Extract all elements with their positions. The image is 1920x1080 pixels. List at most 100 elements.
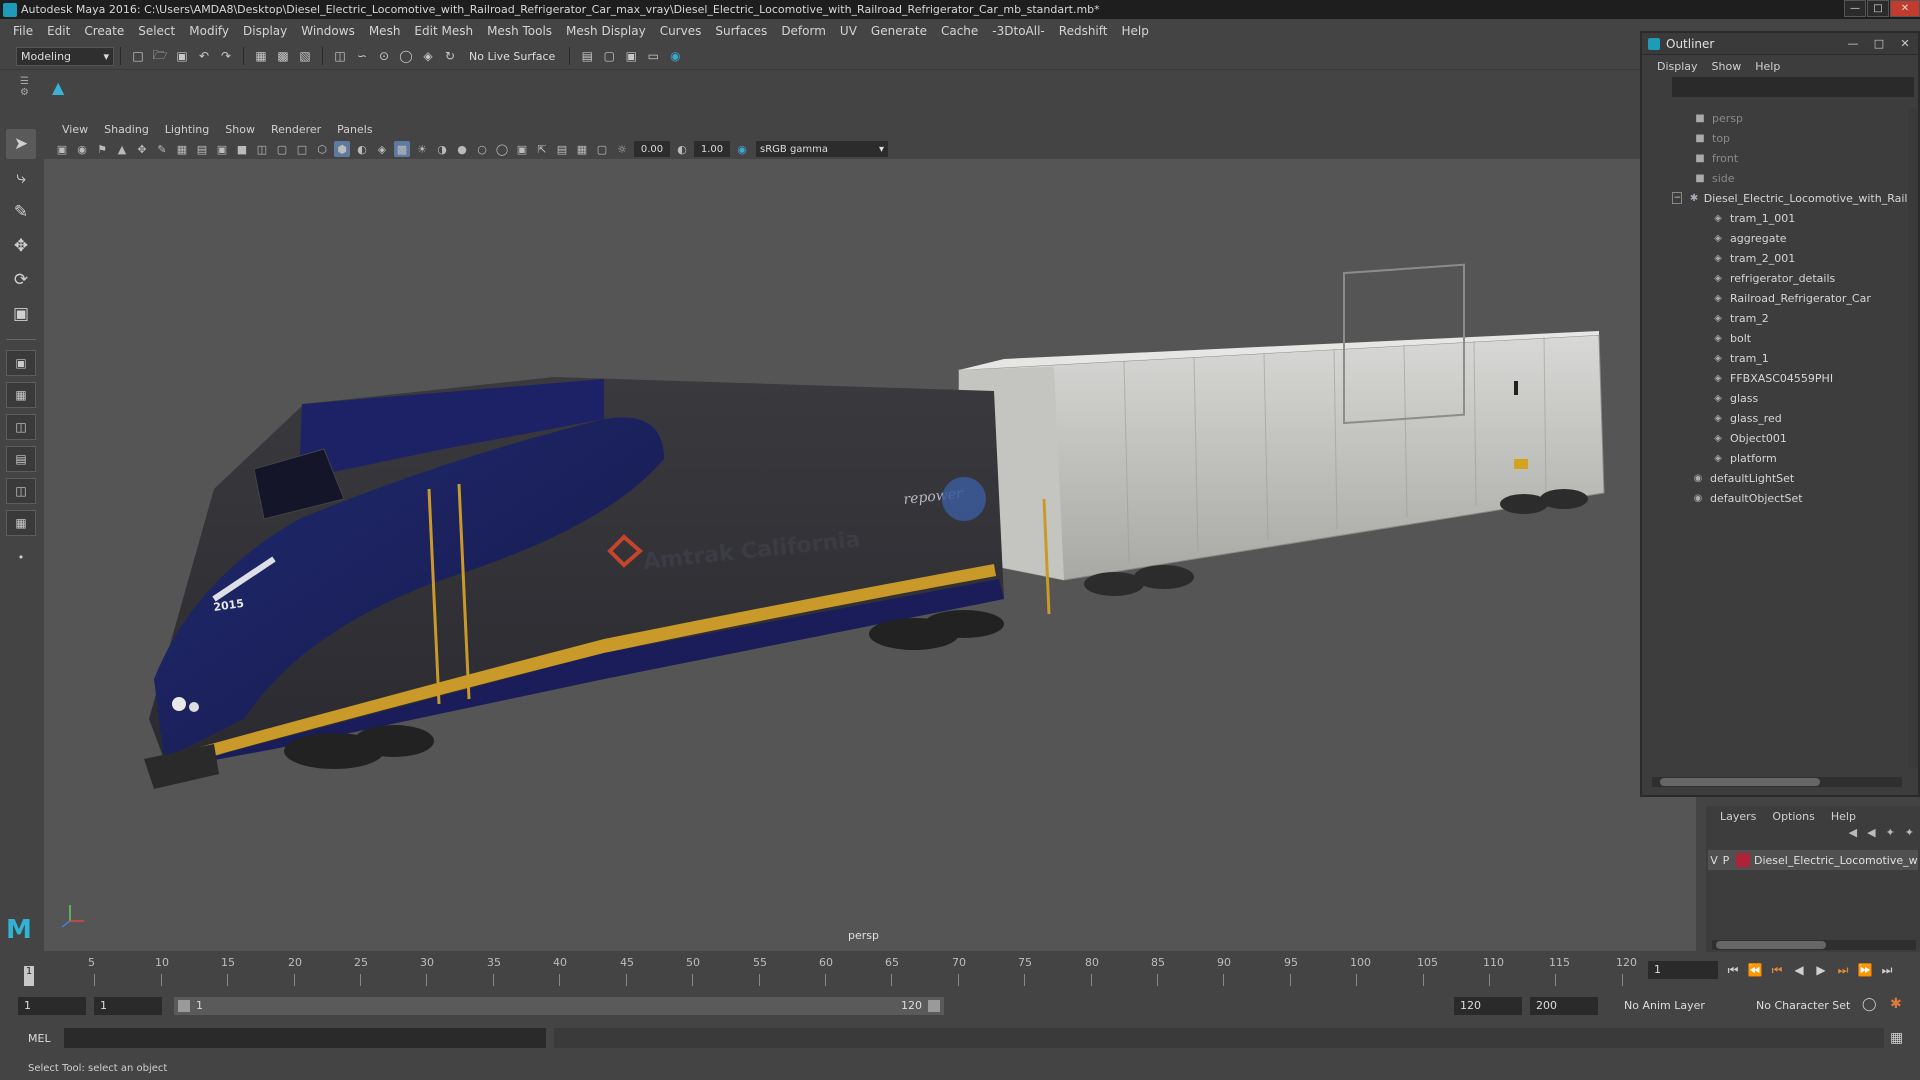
image-plane-icon[interactable]: ▲ xyxy=(114,141,130,157)
script-language-toggle[interactable]: MEL xyxy=(0,1032,60,1045)
isolate-select-icon[interactable]: ⇱ xyxy=(534,141,550,157)
character-set-dropdown[interactable]: No Character Set xyxy=(1750,997,1870,1015)
xray-active-icon[interactable]: ▦ xyxy=(574,141,590,157)
menu-mesh-display[interactable]: Mesh Display xyxy=(559,24,653,38)
viewport-menu-renderer[interactable]: Renderer xyxy=(263,123,329,136)
animation-preferences-icon[interactable]: ✱ xyxy=(1890,996,1902,1012)
outliner-menu-help[interactable]: Help xyxy=(1748,60,1787,73)
select-component-icon[interactable]: ▧ xyxy=(296,47,314,65)
menu-curves[interactable]: Curves xyxy=(653,24,709,38)
range-start-handle[interactable] xyxy=(178,1000,190,1012)
time-slider[interactable]: 5 10 15 20 25 30 35 40 45 50 55 60 65 70 75 80 85 90 95 100… xyxy=(0,952,1920,988)
single-perspective-layout-icon[interactable]: ▣ xyxy=(6,350,36,376)
four-view-layout-icon[interactable]: ▦ xyxy=(6,382,36,408)
safe-title-icon[interactable]: □ xyxy=(294,141,310,157)
playback-end-field[interactable]: 120 xyxy=(1454,997,1522,1015)
paint-select-tool-icon[interactable]: ✎ xyxy=(6,197,36,227)
menu-set-dropdown[interactable]: Modeling ▾ xyxy=(16,46,114,66)
view-transform-dropdown[interactable]: sRGB gamma ▾ xyxy=(756,141,888,157)
list-item[interactable]: ■ persp xyxy=(1642,108,1912,128)
menu-3dtoall[interactable]: -3DtoAll- xyxy=(985,24,1051,38)
make-live-icon[interactable]: ↻ xyxy=(441,47,459,65)
undo-icon[interactable]: ↶ xyxy=(195,47,213,65)
menu-surfaces[interactable]: Surfaces xyxy=(708,24,774,38)
save-scene-icon[interactable]: ▣ xyxy=(173,47,191,65)
viewport-panel[interactable]: View Shading Lighting Show Renderer Pane… xyxy=(44,119,1696,951)
scrollbar-thumb[interactable] xyxy=(1716,941,1826,949)
layer-menu-help[interactable]: Help xyxy=(1823,810,1864,823)
go-to-start-icon[interactable]: ⏮ xyxy=(1722,960,1744,980)
menu-select[interactable]: Select xyxy=(131,24,182,38)
layer-color-swatch[interactable] xyxy=(1736,853,1750,867)
outliner-menu-display[interactable]: Display xyxy=(1650,60,1705,73)
outliner-menu-show[interactable]: Show xyxy=(1705,60,1749,73)
minimize-icon[interactable]: — xyxy=(1840,37,1866,50)
select-tool-icon[interactable]: ➤ xyxy=(6,129,36,159)
textured-icon[interactable]: ▩ xyxy=(394,141,410,157)
viewport-menu-lighting[interactable]: Lighting xyxy=(157,123,217,136)
menu-generate[interactable]: Generate xyxy=(864,24,934,38)
range-end-handle[interactable] xyxy=(928,1000,940,1012)
new-layer-from-selected-icon[interactable]: ✦ xyxy=(1905,826,1914,846)
animation-end-field[interactable]: 200 xyxy=(1530,997,1598,1015)
list-item[interactable]: ◈ tram_2_001 xyxy=(1642,248,1912,268)
new-scene-icon[interactable]: □ xyxy=(129,47,147,65)
persp-hypershade-layout-icon[interactable]: ◫ xyxy=(6,478,36,504)
collapse-icon[interactable]: − xyxy=(1672,192,1683,204)
select-hierarchy-icon[interactable]: ▦ xyxy=(252,47,270,65)
depth-of-field-icon[interactable]: ▣ xyxy=(514,141,530,157)
menu-display[interactable]: Display xyxy=(236,24,294,38)
step-back-icon[interactable]: ⏪ xyxy=(1744,960,1766,980)
animation-start-field[interactable]: 1 xyxy=(18,997,86,1015)
list-item[interactable]: ◈ glass xyxy=(1642,388,1912,408)
list-item[interactable]: ◈ Object001 xyxy=(1642,428,1912,448)
scale-tool-icon[interactable]: ▣ xyxy=(6,299,36,329)
menu-windows[interactable]: Windows xyxy=(294,24,362,38)
list-item[interactable]: ■ top xyxy=(1642,128,1912,148)
list-item[interactable]: ◈ tram_1 xyxy=(1642,348,1912,368)
range-slider[interactable]: 1 120 xyxy=(174,997,944,1015)
hypershade-icon[interactable]: ◉ xyxy=(666,47,684,65)
grease-pencil-icon[interactable]: ✎ xyxy=(154,141,170,157)
wireframe-on-shaded-icon[interactable]: ◈ xyxy=(374,141,390,157)
field-chart-icon[interactable]: ◫ xyxy=(254,141,270,157)
grid-toggle-icon[interactable]: ▦ xyxy=(174,141,190,157)
rotate-tool-icon[interactable]: ⟳ xyxy=(6,265,36,295)
xray-joints-icon[interactable]: ▢ xyxy=(594,141,610,157)
layer-menu-layers[interactable]: Layers xyxy=(1712,810,1764,823)
menu-file[interactable]: File xyxy=(6,24,40,38)
move-layer-down-icon[interactable]: ◀ xyxy=(1867,826,1875,846)
list-item[interactable]: ◈ tram_2 xyxy=(1642,308,1912,328)
menu-modify[interactable]: Modify xyxy=(182,24,236,38)
snap-curve-icon[interactable]: ∽ xyxy=(353,47,371,65)
list-item[interactable]: ◈ bolt xyxy=(1642,328,1912,348)
outliner-search-input[interactable] xyxy=(1672,77,1914,97)
list-item[interactable]: ◉ defaultObjectSet xyxy=(1642,488,1912,508)
close-icon[interactable]: ✕ xyxy=(1890,0,1920,17)
play-forward-icon[interactable]: ▶ xyxy=(1810,960,1832,980)
layer-menu-options[interactable]: Options xyxy=(1764,810,1822,823)
gamma-field[interactable]: 1.00 xyxy=(694,141,730,157)
open-scene-icon[interactable]: 🗁 xyxy=(151,47,169,65)
render-frame-icon[interactable]: ▢ xyxy=(600,47,618,65)
bookmark-icon[interactable]: ⚑ xyxy=(94,141,110,157)
layer-horizontal-scrollbar[interactable] xyxy=(1712,940,1916,950)
play-backward-icon[interactable]: ◀ xyxy=(1788,960,1810,980)
smooth-shade-icon[interactable]: ⬢ xyxy=(334,141,350,157)
menu-uv[interactable]: UV xyxy=(833,24,864,38)
list-item[interactable]: ◈ glass_red xyxy=(1642,408,1912,428)
multisample-aa-icon[interactable]: ◯ xyxy=(494,141,510,157)
current-time-indicator[interactable]: 1 xyxy=(24,966,34,986)
menu-edit-mesh[interactable]: Edit Mesh xyxy=(407,24,480,38)
motion-blur-icon[interactable]: ○ xyxy=(474,141,490,157)
lasso-tool-icon[interactable]: ⤷ xyxy=(6,163,36,193)
snap-surface-icon[interactable]: ◈ xyxy=(419,47,437,65)
menu-mesh-tools[interactable]: Mesh Tools xyxy=(480,24,559,38)
current-frame-field[interactable]: 1 xyxy=(1648,961,1718,979)
viewport-menu-show[interactable]: Show xyxy=(217,123,263,136)
redo-icon[interactable]: ↷ xyxy=(217,47,235,65)
gate-mask-icon[interactable]: ■ xyxy=(234,141,250,157)
ipr-render-icon[interactable]: ▣ xyxy=(622,47,640,65)
menu-create[interactable]: Create xyxy=(77,24,131,38)
outliner-vertical-scrollbar[interactable] xyxy=(1908,108,1918,768)
